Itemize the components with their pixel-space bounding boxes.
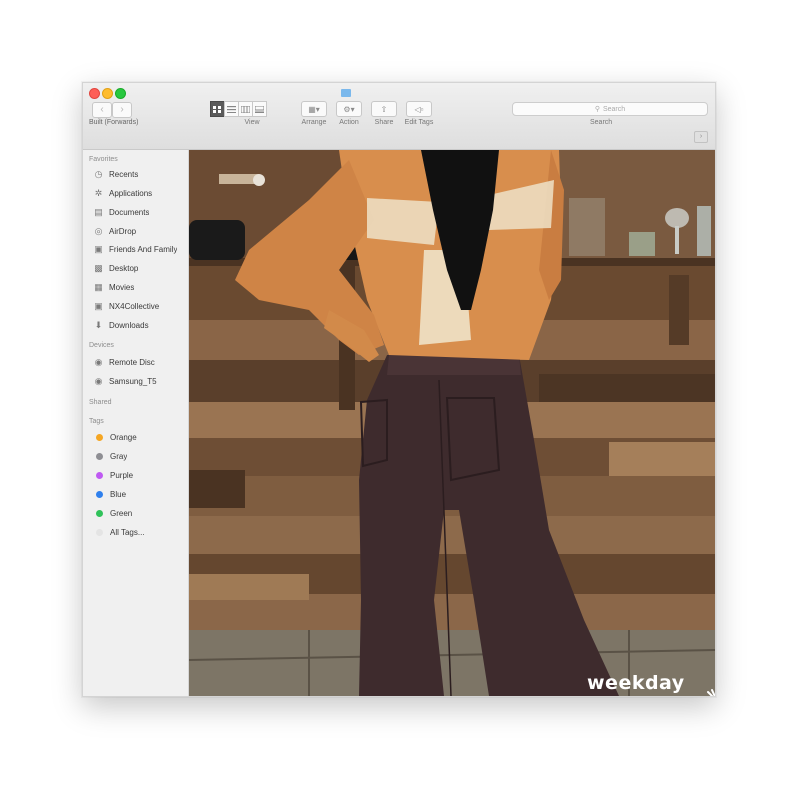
breadcrumb: Built (Forwards) <box>89 119 139 126</box>
sidebar-item-label: Purple <box>110 470 134 480</box>
sidebar-item-label: Recents <box>109 169 139 179</box>
gallery-view-icon[interactable] <box>252 101 267 117</box>
tag-dot-icon <box>96 452 103 460</box>
sidebar-item-label: Samsung_T5 <box>109 376 157 386</box>
documents-icon: ▤ <box>94 206 103 217</box>
edit-tags-button[interactable]: ◁▫ <box>406 101 432 117</box>
sidebar-item-label: Movies <box>109 282 135 292</box>
sidebar-item-desktop[interactable]: ▩ Desktop <box>93 261 187 275</box>
sidebar-tag-purple[interactable]: Purple <box>93 468 187 482</box>
search-icon: ⚲ <box>594 106 600 113</box>
gear-icon: ⚙▾ <box>343 104 355 114</box>
shared-header: Shared <box>89 399 112 406</box>
sidebar-item-movies[interactable]: ▦ Movies <box>93 280 187 294</box>
view-segmented-control[interactable] <box>210 101 267 117</box>
sidebar-item-label: Friends And Family <box>109 244 178 254</box>
view-label: View <box>244 119 260 126</box>
folder-icon: ▣ <box>94 243 103 254</box>
sidebar-tag-blue[interactable]: Blue <box>93 487 187 501</box>
sidebar-item-label: NX4Collective <box>109 301 160 311</box>
sidebar-item-airdrop[interactable]: ◎ AirDrop <box>93 224 187 238</box>
arrange-label: Arrange <box>301 119 327 126</box>
disc-icon: ◉ <box>94 356 103 367</box>
preview-content: weekday <box>189 150 715 696</box>
product-photo <box>189 150 715 696</box>
icon-view-icon[interactable] <box>210 101 225 117</box>
sidebar-item-label: All Tags... <box>110 527 145 537</box>
action-button[interactable]: ⚙▾ <box>336 101 362 117</box>
airdrop-icon: ◎ <box>94 225 103 236</box>
forward-button[interactable]: › <box>112 102 132 118</box>
sidebar-item-label: Documents <box>109 207 150 217</box>
sidebar-item-friends-and-family[interactable]: ▣ Friends And Family <box>93 242 187 256</box>
folder-icon <box>341 89 351 97</box>
tag-icon: ◁▫ <box>414 104 424 114</box>
sidebar-item-remote-disc[interactable]: ◉ Remote Disc <box>93 355 187 369</box>
sidebar-item-downloads[interactable]: ⬇ Downloads <box>93 318 187 332</box>
sunburst-logo-icon <box>707 689 715 696</box>
share-button[interactable]: ⇧ <box>371 101 397 117</box>
devices-header: Devices <box>89 342 114 349</box>
tag-dot-icon <box>96 490 103 498</box>
movies-icon: ▦ <box>94 281 103 292</box>
sidebar-tag-all[interactable]: All Tags... <box>93 525 187 539</box>
search-placeholder: Search <box>602 105 626 113</box>
finder-window: ‹ › Built (Forwards) View ▦▾ Arrange ⚙▾ … <box>82 82 716 697</box>
share-label: Share <box>374 119 394 126</box>
minimize-button[interactable] <box>102 88 113 99</box>
sidebar-item-samsung-t5[interactable]: ◉ Samsung_T5 <box>93 374 187 388</box>
sidebar-item-label: AirDrop <box>109 226 137 236</box>
list-view-icon[interactable] <box>224 101 239 117</box>
sidebar-item-label: Remote Disc <box>109 357 155 367</box>
applications-icon: ✲ <box>94 187 103 198</box>
downloads-icon: ⬇ <box>94 319 103 330</box>
drive-icon: ◉ <box>94 375 103 386</box>
search-field[interactable]: ⚲ Search <box>512 102 708 116</box>
sidebar-item-applications[interactable]: ✲ Applications <box>93 186 187 200</box>
tag-dot-icon <box>96 471 103 479</box>
sidebar-item-label: Green <box>110 508 133 518</box>
tag-dot-icon <box>96 509 103 517</box>
folder-icon: ▣ <box>94 300 103 311</box>
sidebar: Favorites ◷ Recents ✲ Applications ▤ Doc… <box>83 150 189 696</box>
sidebar-tag-green[interactable]: Green <box>93 506 187 520</box>
favorites-header: Favorites <box>89 156 118 163</box>
sidebar-item-label: Blue <box>110 489 127 499</box>
action-label: Action <box>339 119 359 126</box>
share-icon: ⇧ <box>380 104 388 114</box>
arrange-icon: ▦▾ <box>308 104 320 114</box>
sidebar-item-documents[interactable]: ▤ Documents <box>93 205 187 219</box>
zoom-button[interactable] <box>115 88 126 99</box>
clock-icon: ◷ <box>94 168 103 179</box>
sidebar-item-label: Applications <box>109 188 153 198</box>
edit-tags-label: Edit Tags <box>404 119 434 126</box>
column-view-icon[interactable] <box>238 101 253 117</box>
sidebar-item-label: Orange <box>110 432 137 442</box>
tags-header: Tags <box>89 418 104 425</box>
sidebar-tag-orange[interactable]: Orange <box>93 430 187 444</box>
back-button[interactable]: ‹ <box>92 102 112 118</box>
tag-dot-icon <box>96 528 103 536</box>
tag-dot-icon <box>96 433 103 441</box>
brand-watermark: weekday <box>587 672 685 694</box>
sidebar-tag-gray[interactable]: Gray <box>93 449 187 463</box>
arrange-button[interactable]: ▦▾ <box>301 101 327 117</box>
sidebar-item-label: Gray <box>110 451 128 461</box>
title-bar: ‹ › Built (Forwards) View ▦▾ Arrange ⚙▾ … <box>83 83 715 150</box>
sidebar-item-recents[interactable]: ◷ Recents <box>93 167 187 181</box>
sidebar-item-label: Desktop <box>109 263 139 273</box>
sidebar-item-nx4collective[interactable]: ▣ NX4Collective <box>93 299 187 313</box>
close-button[interactable] <box>89 88 100 99</box>
sidebar-item-label: Downloads <box>109 320 149 330</box>
desktop-icon: ▩ <box>94 262 103 273</box>
toggle-preview-button[interactable]: › <box>694 131 708 143</box>
search-label: Search <box>590 119 613 126</box>
